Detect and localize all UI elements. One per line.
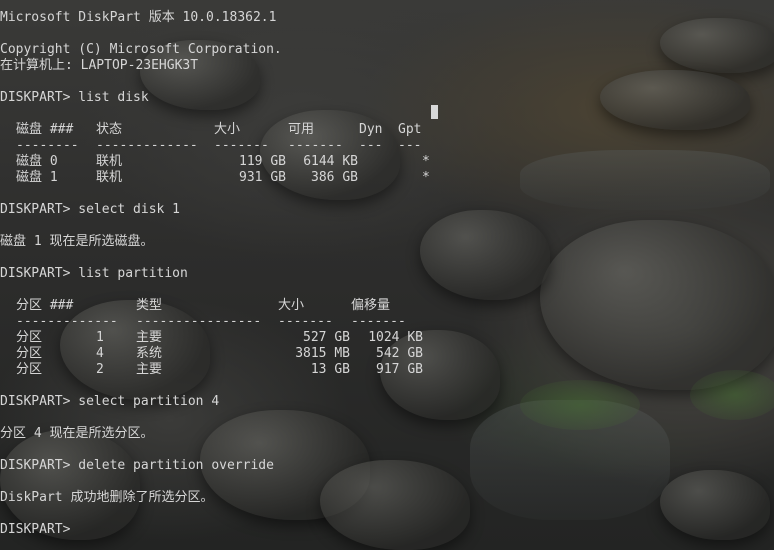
- partition-row-label: 分区: [16, 362, 43, 377]
- column-header-free: 可用: [288, 122, 315, 137]
- command-line: DISKPART> list partition: [0, 266, 188, 281]
- partition-row-number: 1: [96, 330, 104, 345]
- partition-row-offset: 1024 KB: [368, 330, 423, 345]
- table-separator: --------: [16, 138, 79, 153]
- column-header-gpt: Gpt: [398, 122, 422, 137]
- copyright-line: Copyright (C) Microsoft Corporation.: [0, 42, 282, 57]
- disk-row-size: 119 GB: [239, 154, 286, 169]
- partition-row-number: 2: [96, 362, 104, 377]
- column-header-size: 大小: [214, 122, 241, 137]
- disk-row-gpt: *: [422, 154, 430, 169]
- column-header-status: 状态: [96, 122, 123, 137]
- partition-row-size: 13 GB: [310, 362, 350, 377]
- partition-row-label: 分区: [16, 346, 43, 361]
- disk-row-size: 931 GB: [239, 170, 286, 185]
- table-separator: ---: [359, 138, 383, 153]
- disk-row-free: 386 GB: [311, 170, 358, 185]
- table-separator: -------: [214, 138, 269, 153]
- partition-row-offset: 542 GB: [376, 346, 423, 361]
- partition-row-offset: 917 GB: [376, 362, 423, 377]
- table-separator: -------------: [96, 138, 198, 153]
- table-separator: -------------: [16, 314, 118, 329]
- table-separator: -------: [351, 314, 406, 329]
- table-separator: ---: [398, 138, 422, 153]
- disk-row-free: 6144 KB: [303, 154, 358, 169]
- column-header-disk: 磁盘 ###: [16, 122, 74, 137]
- partition-row-label: 分区: [16, 330, 43, 345]
- column-header-size: 大小: [278, 298, 305, 313]
- column-header-partition: 分区 ###: [16, 298, 74, 313]
- partition-row-size: 3815 MB: [295, 346, 350, 361]
- partition-row-type: 主要: [136, 330, 163, 345]
- disk-row-name: 磁盘 0: [16, 154, 58, 169]
- column-header-dyn: Dyn: [359, 122, 383, 137]
- text-cursor: [431, 105, 438, 119]
- column-header-type: 类型: [136, 298, 163, 313]
- command-line: DISKPART> list disk: [0, 90, 149, 105]
- table-separator: -------: [278, 314, 333, 329]
- partition-row-type: 系统: [136, 346, 163, 361]
- partition-row-size: 527 GB: [303, 330, 350, 345]
- disk-row-gpt: *: [422, 170, 430, 185]
- disk-row-status: 联机: [96, 154, 123, 169]
- computer-name-line: 在计算机上: LAPTOP-23EHGK3T: [0, 58, 199, 73]
- command-line: DISKPART> select disk 1: [0, 202, 181, 217]
- partition-row-type: 主要: [136, 362, 163, 377]
- disk-row-status: 联机: [96, 170, 123, 185]
- output-line: 分区 4 现在是所选分区。: [0, 426, 154, 441]
- table-separator: -------: [288, 138, 343, 153]
- diskpart-console[interactable]: Microsoft DiskPart 版本 10.0.18362.1 Copyr…: [0, 0, 774, 550]
- command-line: DISKPART> delete partition override: [0, 458, 274, 473]
- input-prompt[interactable]: DISKPART>: [0, 522, 70, 538]
- column-header-offset: 偏移量: [351, 298, 391, 313]
- disk-row-name: 磁盘 1: [16, 170, 58, 185]
- output-line: 磁盘 1 现在是所选磁盘。: [0, 234, 154, 249]
- command-line: DISKPART> select partition 4: [0, 394, 220, 409]
- header-line: Microsoft DiskPart 版本 10.0.18362.1: [0, 10, 277, 25]
- table-separator: ----------------: [136, 314, 262, 329]
- partition-row-number: 4: [96, 346, 104, 361]
- output-line: DiskPart 成功地删除了所选分区。: [0, 490, 214, 505]
